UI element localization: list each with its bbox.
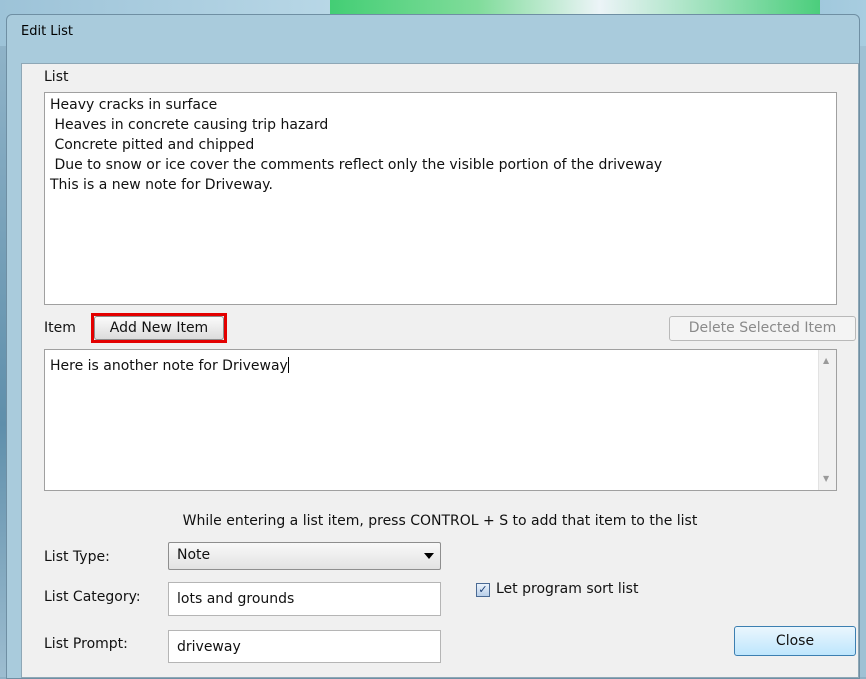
list-item[interactable]: This is a new note for Driveway. xyxy=(50,177,273,193)
list-prompt-label: List Prompt: xyxy=(44,636,128,652)
background-window-accent xyxy=(330,0,820,14)
item-label: Item xyxy=(44,320,76,336)
scroll-down-arrow-icon[interactable]: ▼ xyxy=(823,474,829,483)
list-category-value: lots and grounds xyxy=(177,591,295,607)
list-item[interactable]: Heavy cracks in surface xyxy=(50,97,217,113)
chevron-down-icon xyxy=(424,553,434,559)
item-text-value: Here is another note for Driveway xyxy=(50,357,289,374)
delete-selected-item-button[interactable]: Delete Selected Item xyxy=(669,316,856,341)
list-category-field[interactable]: lots and grounds xyxy=(168,582,441,616)
sort-checkbox[interactable]: ✓ xyxy=(476,583,490,597)
list-item[interactable]: Heaves in concrete causing trip hazard xyxy=(50,117,328,133)
list-box[interactable]: Heavy cracks in surface Heaves in concre… xyxy=(44,92,837,305)
item-scrollbar[interactable]: ▲ ▼ xyxy=(818,350,836,490)
close-button[interactable]: Close xyxy=(734,626,856,656)
item-text-area[interactable]: Here is another note for Driveway ▲ ▼ xyxy=(44,349,837,491)
list-type-value: Note xyxy=(177,547,211,563)
list-prompt-field[interactable]: driveway xyxy=(168,630,441,663)
list-type-select[interactable]: Note xyxy=(168,542,441,570)
dialog-client-area: List Heavy cracks in surface Heaves in c… xyxy=(21,63,859,678)
list-item[interactable]: Due to snow or ice cover the comments re… xyxy=(50,157,662,173)
list-item[interactable]: Concrete pitted and chipped xyxy=(50,137,254,153)
list-prompt-value: driveway xyxy=(177,639,241,655)
sort-checkbox-label[interactable]: Let program sort list xyxy=(496,581,638,597)
edit-list-dialog: Edit List List Heavy cracks in surface H… xyxy=(6,14,860,679)
list-label: List xyxy=(44,69,69,85)
list-type-label: List Type: xyxy=(44,549,110,565)
dialog-title: Edit List xyxy=(21,24,74,39)
scroll-up-arrow-icon[interactable]: ▲ xyxy=(823,356,829,365)
text-caret xyxy=(287,357,289,373)
hint-text: While entering a list item, press CONTRO… xyxy=(182,513,698,529)
highlight-box xyxy=(91,313,227,343)
list-category-label: List Category: xyxy=(44,589,141,605)
